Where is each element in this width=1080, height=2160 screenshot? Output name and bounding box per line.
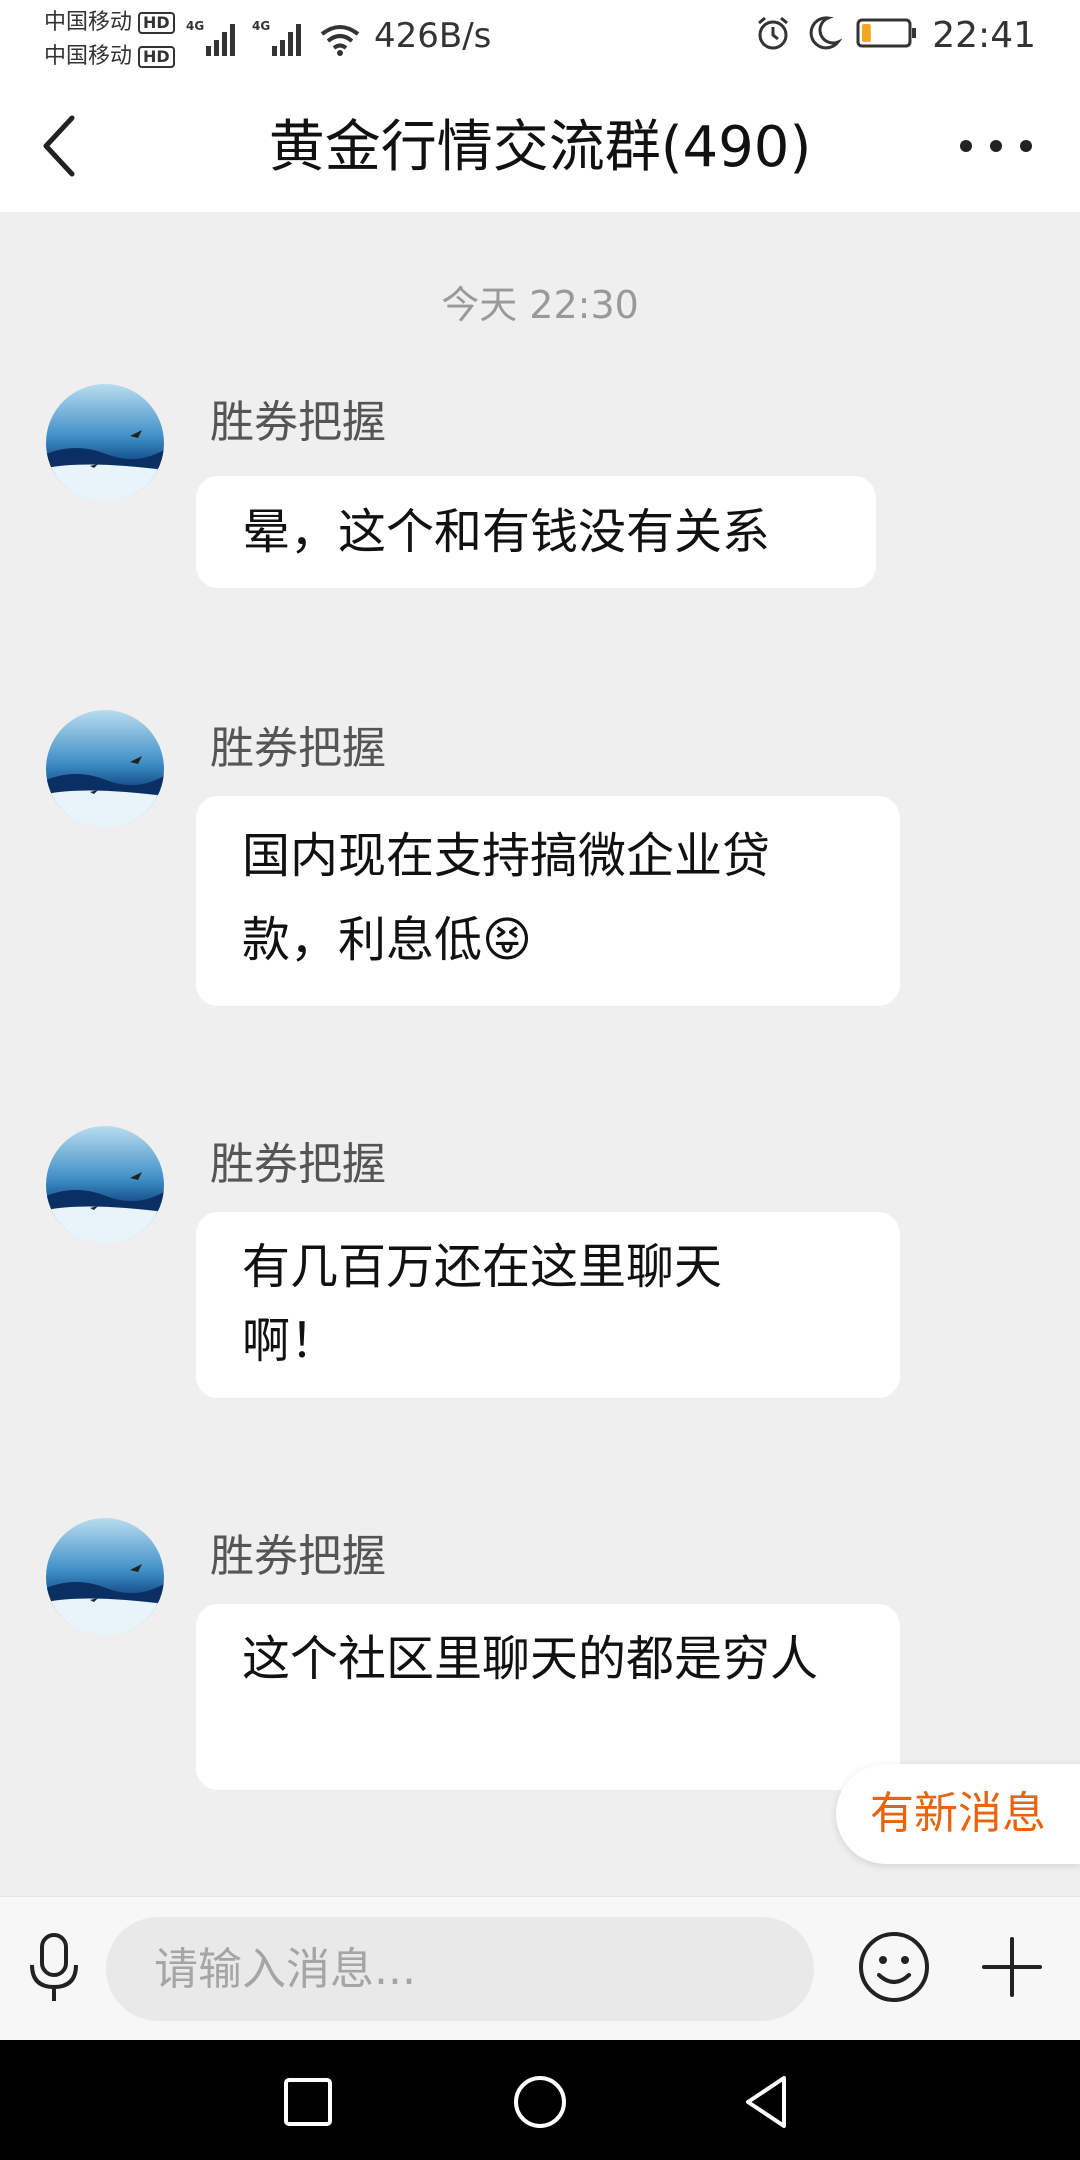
message-list[interactable]: 今天 22:30 胜券把握 晕，这个和有钱没有关系 胜券把握 国内现在支持搞微企… (0, 212, 1080, 1896)
status-clock: 22:41 (932, 14, 1036, 56)
signal-icon: 4G (186, 18, 242, 62)
status-right: 22:41 (754, 14, 1036, 56)
message-text: 这个社区里聊天的都是穷人 (242, 1631, 819, 1687)
signal-icon: 4G (252, 18, 308, 62)
recent-apps-icon (276, 2078, 340, 2138)
recent-apps-button[interactable] (276, 2070, 340, 2134)
hd-badge: HD (138, 46, 175, 68)
avatar[interactable] (46, 1518, 164, 1636)
more-actions-button[interactable] (974, 1929, 1050, 2005)
svg-text:4G: 4G (186, 19, 204, 33)
message-bubble[interactable]: 晕，这个和有钱没有关系 (196, 476, 876, 588)
sender-name: 胜券把握 (210, 397, 386, 448)
avatar[interactable] (46, 1126, 164, 1244)
group-title: 黄金行情交流群(490) (268, 115, 812, 180)
chat-screen: 中国移动 HD 中国移动 HD 4G 4G 426B/s 22:41 黄金行情交… (0, 0, 1080, 2160)
time-divider: 今天 22:30 (441, 283, 639, 327)
message-bubble[interactable]: 有几百万还在这里聊天啊！ (196, 1212, 900, 1398)
alarm-icon (754, 14, 792, 56)
sender-name: 胜券把握 (210, 1531, 386, 1582)
battery-icon (856, 17, 918, 53)
home-icon (508, 2076, 572, 2138)
chat-header: 黄金行情交流群(490) (0, 80, 1080, 212)
carrier-1-label: 中国移动 (44, 10, 133, 35)
more-button[interactable] (956, 126, 1036, 166)
new-messages-button[interactable]: 有新消息 (836, 1764, 1080, 1864)
status-bar: 中国移动 HD 中国移动 HD 4G 4G 426B/s 22:41 (0, 0, 1080, 80)
wifi-icon (318, 18, 362, 62)
carrier-info: 中国移动 HD 中国移动 HD (44, 6, 175, 74)
microphone-icon (26, 1933, 82, 2011)
message-input[interactable] (106, 1917, 814, 2021)
message-bubble[interactable]: 这个社区里聊天的都是穷人 (196, 1604, 900, 1790)
message-bubble[interactable]: 国内现在支持搞微企业贷款，利息低😝 (196, 796, 900, 1006)
net-speed: 426B/s (374, 16, 492, 56)
emoji-button[interactable] (856, 1929, 932, 2005)
emoji-icon (856, 1932, 932, 2009)
hd-badge: HD (138, 12, 175, 34)
signal-indicators: 4G 4G (186, 18, 362, 62)
voice-button[interactable] (26, 1931, 82, 2007)
more-dots-icon (956, 140, 1036, 170)
message-text: 有几百万还在这里聊天啊！ (242, 1239, 723, 1369)
sender-name: 胜券把握 (210, 1139, 386, 1190)
message-text: 晕，这个和有钱没有关系 (242, 504, 771, 560)
message-text: 国内现在支持搞微企业贷款，利息低😝 (242, 828, 771, 968)
home-button[interactable] (508, 2070, 572, 2134)
svg-text:4G: 4G (252, 19, 270, 33)
system-nav-bar (0, 2040, 1080, 2160)
back-triangle-icon (736, 2076, 800, 2138)
nav-back-button[interactable] (736, 2070, 800, 2134)
avatar[interactable] (46, 384, 164, 502)
carrier-2-label: 中国移动 (44, 44, 133, 69)
moon-icon (806, 14, 843, 56)
sender-name: 胜券把握 (210, 723, 386, 774)
input-bar (0, 1896, 1080, 2041)
plus-icon (974, 1937, 1050, 2009)
avatar[interactable] (46, 710, 164, 828)
